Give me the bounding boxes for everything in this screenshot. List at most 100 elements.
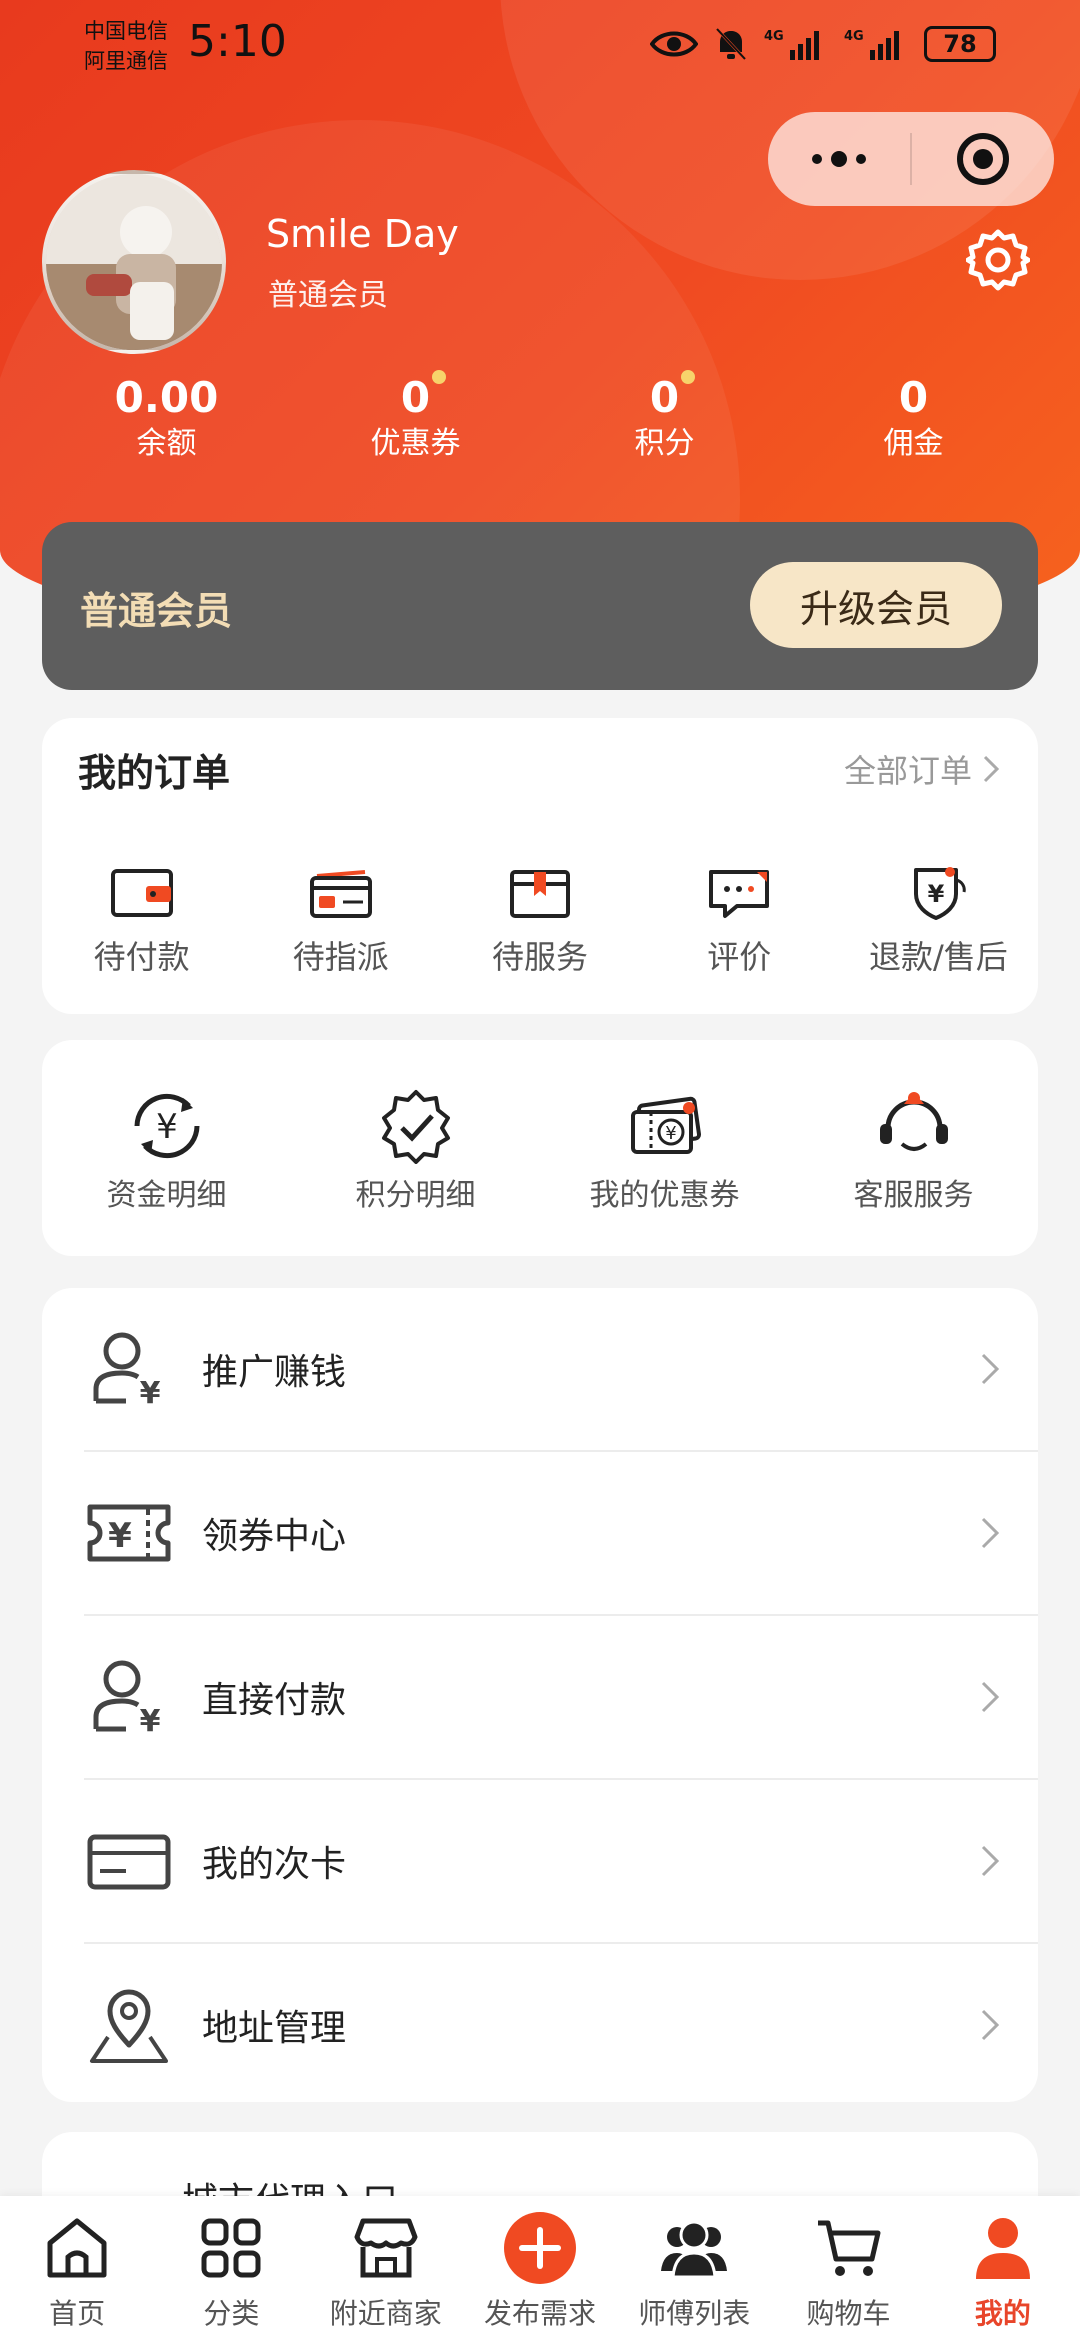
orders-title: 我的订单	[78, 751, 231, 795]
tab-home[interactable]: 首页	[0, 2196, 154, 2340]
chevron-right-icon	[981, 1353, 1000, 1385]
avatar-image	[46, 174, 222, 350]
tool-label: 我的优惠券	[589, 1178, 740, 1213]
badge-check-icon	[376, 1088, 456, 1164]
order-pending-service[interactable]: 待服务	[440, 864, 639, 978]
menu-punch-card[interactable]: 我的次卡	[42, 1780, 1038, 1942]
tool-fund-details[interactable]: ¥ 资金明细	[42, 1088, 291, 1214]
coupon-icon: ¥	[625, 1088, 705, 1164]
chevron-right-icon	[983, 755, 1000, 783]
svg-text:¥: ¥	[140, 1376, 161, 1409]
yuan-refresh-icon: ¥	[127, 1088, 207, 1164]
map-pin-icon	[86, 1985, 172, 2065]
notification-dot	[432, 370, 447, 384]
bottom-tab-bar: 首页 分类 附近商家 发布需求 师傅列表 购物车 我的	[0, 2196, 1080, 2340]
more-button[interactable]	[768, 112, 910, 206]
chevron-right-icon	[981, 1681, 1000, 1713]
carrier-2: 阿里通信	[84, 49, 168, 73]
order-refund-aftersale[interactable]: ¥ 退款/售后	[839, 864, 1038, 978]
user-yuan-icon: ¥	[86, 1329, 172, 1409]
tool-points-details[interactable]: 积分明细	[291, 1088, 540, 1214]
gear-icon	[965, 229, 1031, 291]
notification-dot	[681, 370, 696, 384]
menu-direct-payment[interactable]: ¥ 直接付款	[42, 1616, 1038, 1778]
tool-my-coupons[interactable]: ¥ 我的优惠券	[540, 1088, 789, 1214]
more-dots-icon	[812, 151, 866, 167]
tab-label: 师傅列表	[638, 2297, 751, 2330]
menu-card: ¥ 推广赚钱 ¥ 领券中心 ¥ 直接付款 我的次卡 地址管理	[42, 1288, 1038, 2102]
chevron-right-icon	[981, 2009, 1000, 2041]
miniprogram-capsule	[768, 112, 1054, 206]
plus-circle-icon	[502, 2210, 578, 2286]
tools-card: ¥ 资金明细 积分明细 ¥ 我的优惠券 客服服务	[42, 1040, 1038, 1256]
svg-text:4G: 4G	[844, 29, 864, 44]
box-icon	[508, 864, 572, 922]
avatar[interactable]	[42, 170, 226, 354]
order-status-list: 待付款 待指派 待服务 评价 ¥ 退款/售后	[42, 864, 1038, 978]
tab-mine[interactable]: 我的	[926, 2196, 1080, 2340]
tool-list: ¥ 资金明细 积分明细 ¥ 我的优惠券 客服服务	[42, 1088, 1038, 1214]
stat-balance[interactable]: 0.00 余额	[42, 372, 291, 464]
wallet-icon	[110, 864, 174, 922]
member-level: 普通会员	[268, 278, 388, 313]
customer-service-icon	[874, 1088, 954, 1164]
menu-coupon-center[interactable]: ¥ 领券中心	[42, 1452, 1038, 1614]
stat-points[interactable]: 0 积分	[540, 370, 789, 464]
tab-post-request[interactable]: 发布需求	[463, 2196, 617, 2340]
svg-text:¥: ¥	[665, 1123, 676, 1144]
user-yuan-icon: ¥	[86, 1657, 172, 1737]
home-icon	[39, 2210, 115, 2286]
stat-value: 0	[898, 373, 929, 422]
status-bar: 中国电信 阿里通信 5:10 4G 4G 78	[0, 0, 1080, 100]
person-icon	[965, 2210, 1041, 2286]
account-stats: 0.00 余额 0 优惠券 0 积分 0 佣金	[42, 370, 1038, 464]
vip-card: 普通会员 升级会员	[42, 522, 1038, 690]
comment-icon	[707, 864, 771, 922]
cart-icon	[811, 2210, 887, 2286]
signal-4g-icon: 4G	[844, 29, 899, 60]
carrier-info: 中国电信 阿里通信	[84, 16, 168, 76]
stat-label: 余额	[136, 426, 197, 461]
card-icon	[309, 864, 373, 922]
tab-label: 分类	[203, 2297, 260, 2330]
grid-icon	[193, 2210, 269, 2286]
stat-commission[interactable]: 0 佣金	[789, 372, 1038, 464]
close-miniprogram-button[interactable]	[912, 112, 1054, 206]
status-time: 5:10	[188, 16, 287, 67]
tab-nearby-stores[interactable]: 附近商家	[309, 2196, 463, 2340]
carrier-1: 中国电信	[84, 19, 168, 43]
tab-worker-list[interactable]: 师傅列表	[617, 2196, 771, 2340]
tab-category[interactable]: 分类	[154, 2196, 308, 2340]
vip-title: 普通会员	[80, 589, 233, 633]
eye-icon	[650, 31, 698, 57]
order-pending-payment[interactable]: 待付款	[42, 864, 241, 978]
all-orders-link[interactable]: 全部订单	[844, 746, 1000, 792]
stat-value: 0	[649, 370, 696, 424]
tool-label: 客服服务	[853, 1178, 974, 1213]
menu-item-label: 我的次卡	[202, 1844, 347, 1885]
stat-coupons[interactable]: 0 优惠券	[291, 370, 540, 464]
stat-value-text: 0	[649, 373, 680, 422]
tool-label: 资金明细	[106, 1178, 227, 1213]
stat-value: 0.00	[114, 373, 219, 422]
target-close-icon	[957, 133, 1009, 185]
svg-text:¥: ¥	[108, 1516, 132, 1556]
order-pending-assign[interactable]: 待指派	[241, 864, 440, 978]
svg-text:4G: 4G	[764, 29, 784, 44]
stat-value-text: 0	[400, 373, 431, 422]
menu-address-management[interactable]: 地址管理	[42, 1944, 1038, 2106]
username: Smile Day	[266, 212, 459, 256]
order-item-label: 待服务	[492, 938, 589, 976]
tab-label: 我的	[974, 2297, 1031, 2330]
order-item-label: 待指派	[292, 938, 389, 976]
order-review[interactable]: 评价	[640, 864, 839, 978]
tab-cart[interactable]: 购物车	[771, 2196, 925, 2340]
settings-button[interactable]	[965, 228, 1031, 292]
workers-icon	[656, 2210, 732, 2286]
upgrade-member-button[interactable]: 升级会员	[750, 562, 1002, 648]
order-item-label: 退款/售后	[869, 938, 1008, 976]
svg-text:¥: ¥	[928, 880, 945, 908]
stat-label: 优惠券	[370, 426, 461, 461]
tool-customer-service[interactable]: 客服服务	[789, 1088, 1038, 1214]
menu-promote-earn[interactable]: ¥ 推广赚钱	[42, 1288, 1038, 1450]
